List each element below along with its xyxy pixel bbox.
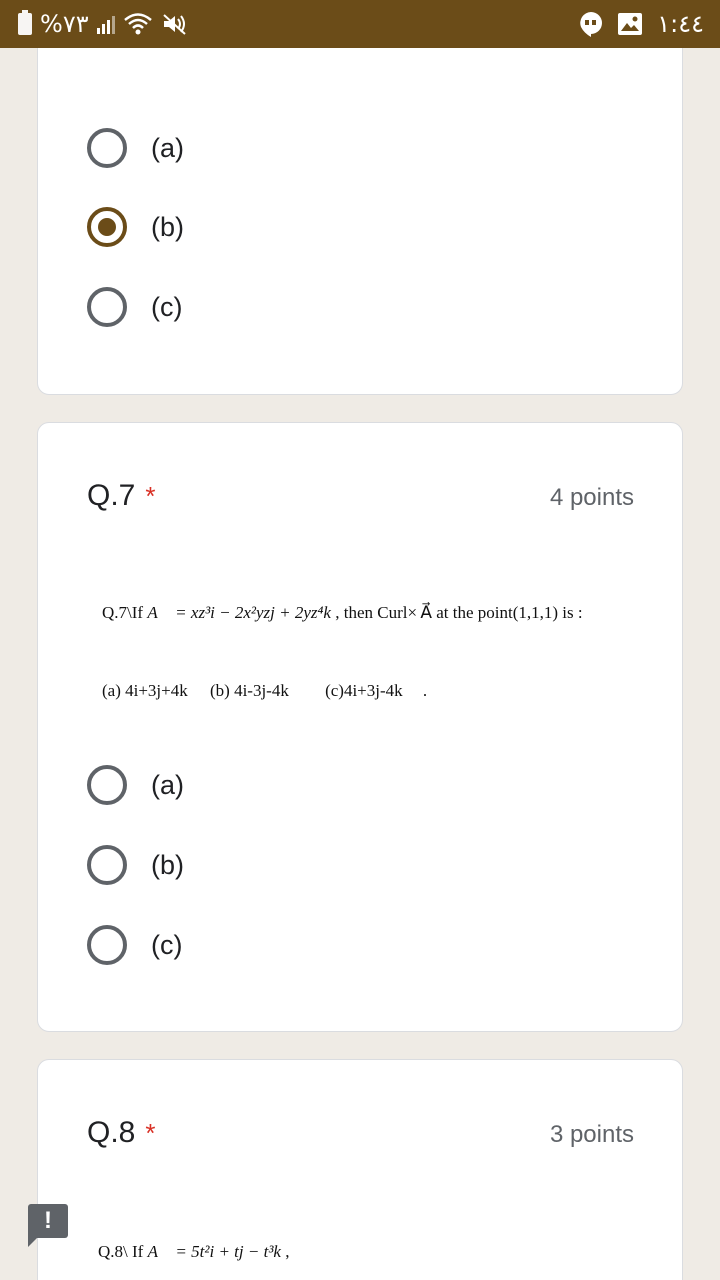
question-number: Q.7 <box>87 479 136 512</box>
question-card-q8: Q.8 * 3 points Q.8\ If A⃗ = 5t²i + tj − t… <box>37 1059 683 1280</box>
question-formula: A⃗ = xz³i − 2x²yzj + 2yz⁴k <box>147 603 331 622</box>
question-suffix: , <box>280 1242 290 1261</box>
option-label: (b) <box>151 849 184 880</box>
question-points: 3 points <box>549 1121 634 1148</box>
gallery-icon <box>618 13 643 35</box>
option-c[interactable]: (c) <box>87 925 182 965</box>
question-card-previous: (a) (b) (c) <box>37 0 683 395</box>
question-formula: A⃗ = 5t²i + tj − t³k <box>147 1242 281 1261</box>
status-bar: %٧٣ ١:٤٤ <box>0 0 720 48</box>
question-image-line-1: Q.8\ If A⃗ = 5t²i + tj − t³k , <box>98 1242 289 1262</box>
question-image-line-2: (a) 4i+3j+4k (b) 4i-3j-4k (c)4i+3j-4k . <box>102 681 427 701</box>
status-right: ١:٤٤ <box>579 10 704 38</box>
question-image-line-1: Q.7\If A⃗ = xz³i − 2x²yzj + 2yz⁴k , then… <box>102 603 583 623</box>
radio-button[interactable] <box>87 925 127 965</box>
mute-icon <box>162 14 186 35</box>
radio-button-selected[interactable] <box>87 207 127 247</box>
choice-a-text: (a) 4i+3j+4k <box>102 681 188 700</box>
feedback-button[interactable]: ! <box>28 1204 68 1247</box>
option-label: (b) <box>151 211 184 242</box>
question-prefix: Q.8\ If <box>98 1242 148 1261</box>
option-b[interactable]: (b) <box>87 207 184 247</box>
choice-c-text: (c)4i+3j-4k <box>325 681 403 700</box>
radio-button[interactable] <box>87 128 127 168</box>
option-c[interactable]: (c) <box>87 287 182 327</box>
question-points: 4 points <box>549 484 634 511</box>
required-mark: * <box>145 1118 156 1148</box>
battery-percent: %٧٣ <box>40 10 89 38</box>
option-a[interactable]: (a) <box>87 765 184 805</box>
option-label: (c) <box>151 929 183 960</box>
signal-icon <box>96 14 115 34</box>
question-title: Q.8 * <box>87 1116 155 1150</box>
battery-icon <box>18 10 32 35</box>
choice-b-text: (b) 4i-3j-4k <box>210 681 289 700</box>
question-prefix: Q.7\If <box>102 603 148 622</box>
question-number: Q.8 <box>87 1116 136 1149</box>
line-end: . <box>422 681 428 700</box>
question-card-q7: Q.7 * 4 points Q.7\If A⃗ = xz³i − 2x²yzj … <box>37 422 683 1032</box>
option-label: (a) <box>151 132 184 163</box>
wifi-icon <box>123 13 152 35</box>
radio-button[interactable] <box>87 845 127 885</box>
option-label: (a) <box>151 769 184 800</box>
option-a[interactable]: (a) <box>87 128 184 168</box>
question-title: Q.7 * <box>87 479 155 513</box>
radio-button[interactable] <box>87 765 127 805</box>
exclamation-icon: ! <box>44 1207 52 1234</box>
option-b[interactable]: (b) <box>87 845 184 885</box>
hangouts-icon <box>580 12 603 37</box>
clock: ١:٤٤ <box>657 10 704 38</box>
status-left: %٧٣ <box>18 10 189 38</box>
question-suffix: , then Curl× A⃗ at the point(1,1,1) is : <box>330 603 583 622</box>
radio-button[interactable] <box>87 287 127 327</box>
required-mark: * <box>145 481 156 511</box>
option-label: (c) <box>151 291 183 322</box>
